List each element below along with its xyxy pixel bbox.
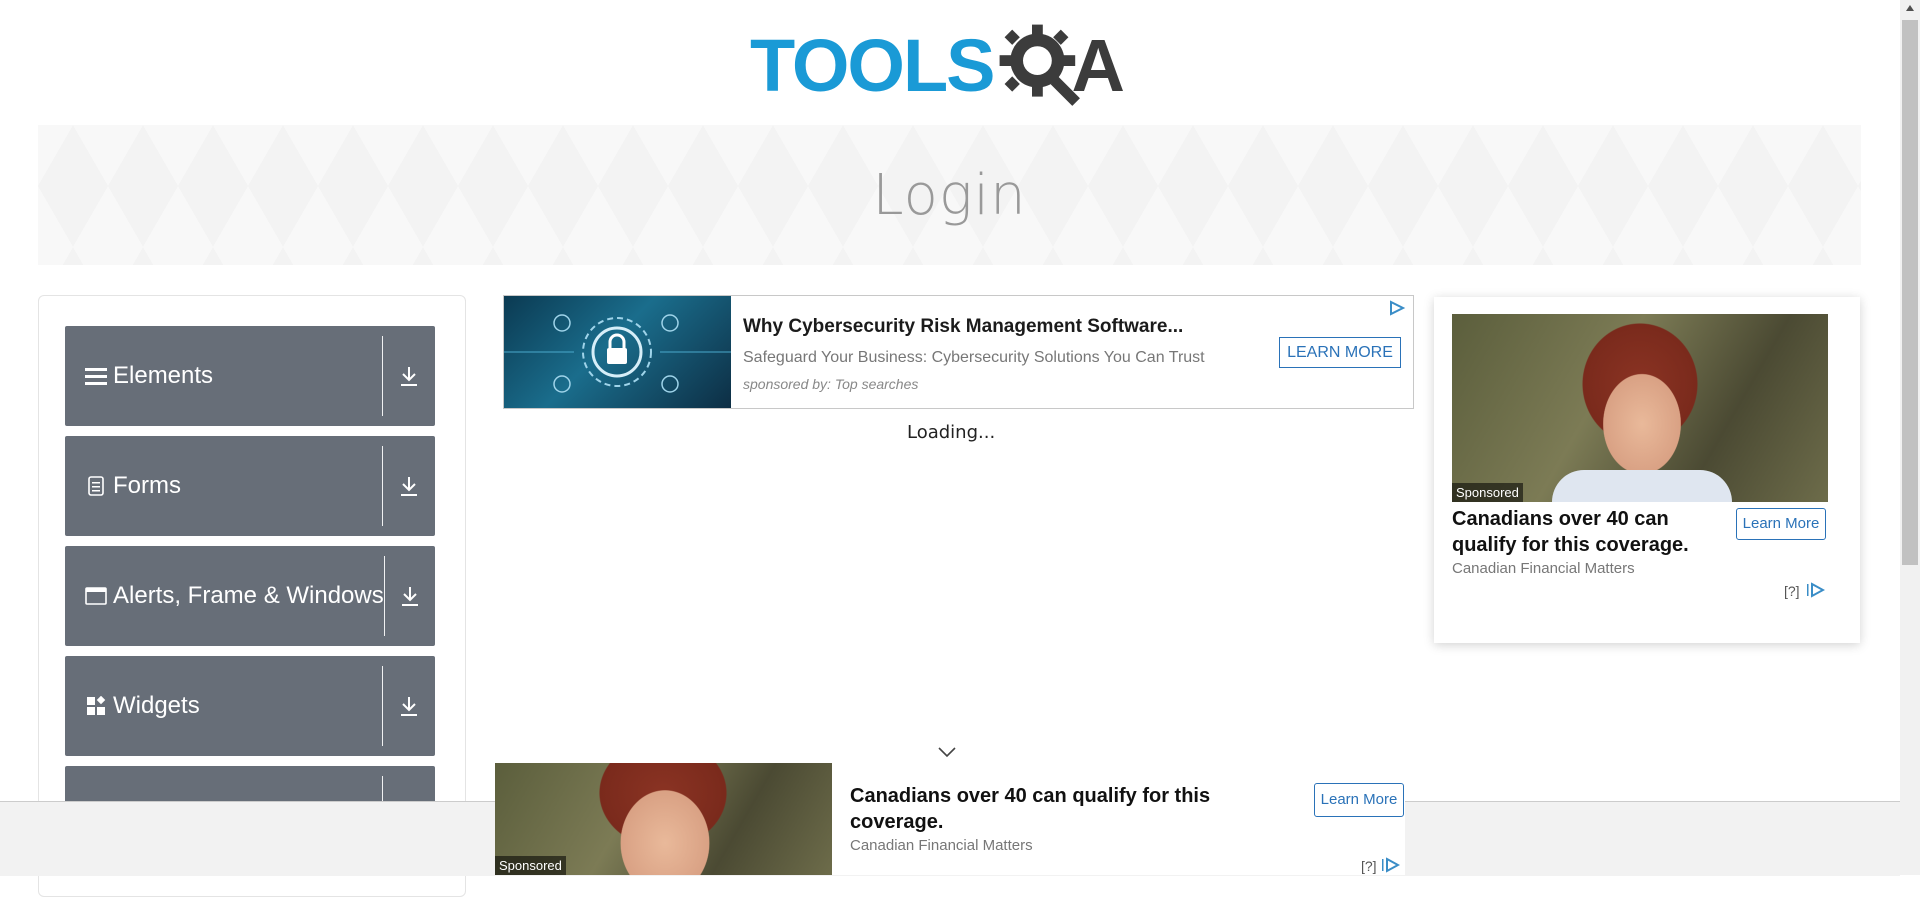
ad-info-link[interactable]: [?] [1784,583,1800,599]
group-label: Elements [113,362,214,389]
download-arrow-icon[interactable] [385,585,435,607]
logo-text: TOOLS [750,24,996,107]
lock-icon [504,314,731,393]
download-arrow-icon[interactable] [383,475,435,497]
divider [382,666,383,746]
learn-more-button[interactable]: Learn More [1736,508,1826,540]
ad-banner-cybersecurity[interactable]: Why Cybersecurity Risk Management Softwa… [503,295,1414,409]
widgets-icon [85,696,107,716]
adchoices-icon[interactable] [1807,582,1826,603]
toolsqa-logo[interactable]: TOOLS A [750,18,1155,114]
learn-more-button[interactable]: LEARN MORE [1279,337,1401,368]
scroll-up-arrow-icon[interactable] [1906,5,1914,11]
group-alerts-frame-windows[interactable]: Alerts, Frame & Windows [65,546,435,646]
hamburger-icon [85,366,107,386]
ad-source: Canadian Financial Matters [1452,560,1635,577]
download-arrow-icon[interactable] [383,365,435,387]
adchoices-icon[interactable] [1388,300,1406,321]
window-icon [85,587,107,605]
page-title: Login [872,162,1027,228]
sponsored-tag: Sponsored [495,856,566,875]
group-widgets[interactable]: Widgets [65,656,435,756]
page-banner: Login [38,125,1861,265]
scrollbar-thumb[interactable] [1902,20,1918,565]
ad-sticky-coverage[interactable]: Sponsored Canadians over 40 can qualify … [495,763,1405,875]
learn-more-button[interactable]: Learn More [1314,783,1404,817]
ad-image [504,296,731,408]
group-label: Alerts, Frame & Windows [113,582,384,609]
vertical-scrollbar[interactable] [1900,0,1920,875]
chevron-down-icon[interactable] [937,745,957,763]
ad-source: Canadian Financial Matters [850,837,1033,854]
ad-photo: Sponsored [495,763,832,875]
ad-card-coverage[interactable]: Sponsored Canadians over 40 can qualify … [1434,297,1860,643]
ad-title[interactable]: Canadians over 40 can qualify for this c… [850,783,1230,835]
ad-title[interactable]: Canadians over 40 can qualify for this c… [1452,506,1712,558]
ad-info-link[interactable]: [?] [1361,858,1377,874]
group-forms[interactable]: Forms [65,436,435,536]
download-arrow-icon[interactable] [383,695,435,717]
ad-headline[interactable]: Why Cybersecurity Risk Management Softwa… [743,316,1183,338]
loading-text: Loading... [907,422,996,443]
group-label: Widgets [113,692,200,719]
document-icon [85,476,107,496]
ad-photo-shirt [1552,470,1732,502]
ad-subtext: Safeguard Your Business: Cybersecurity S… [743,349,1205,366]
ad-photo: Sponsored [1452,314,1828,502]
divider [383,556,385,636]
divider [382,336,383,416]
group-elements[interactable]: Elements [65,326,435,426]
divider [382,446,383,526]
ad-sponsor: sponsored by: Top searches [743,376,919,392]
sponsored-tag: Sponsored [1452,483,1523,502]
logo-text-a: A [1071,24,1125,107]
group-label: Forms [113,472,181,499]
